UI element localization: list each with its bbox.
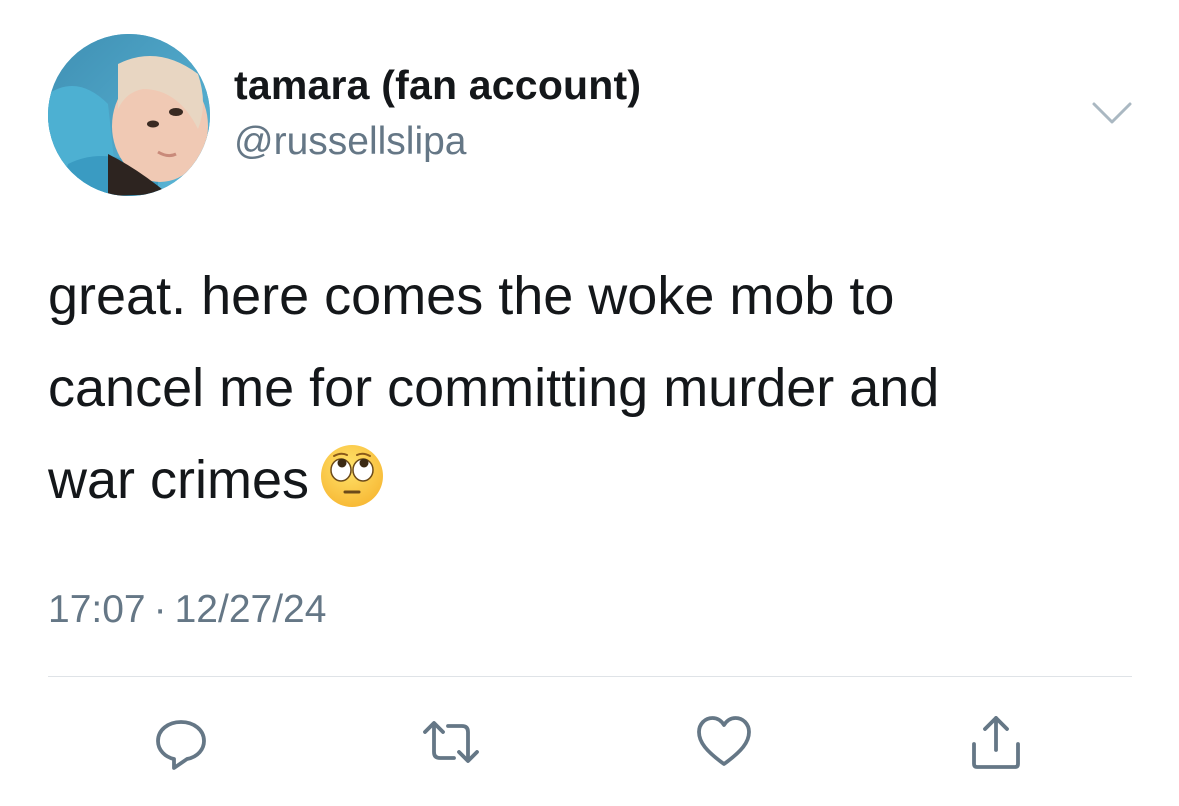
rolling-eyes-emoji-icon — [319, 443, 385, 509]
like-button[interactable] — [694, 712, 754, 772]
share-icon — [972, 716, 1020, 769]
tweet-time: 17:07 — [48, 588, 146, 631]
chevron-down-icon[interactable] — [1090, 96, 1134, 130]
retweet-icon — [423, 721, 479, 763]
like-icon — [697, 716, 751, 766]
tweet-date: 12/27/24 — [174, 588, 327, 631]
tweet-line-text: war crimes — [48, 450, 310, 510]
avatar[interactable] — [48, 34, 210, 196]
tweet-line: cancel me for committing murder and — [48, 358, 940, 418]
reply-button[interactable] — [151, 712, 211, 772]
tweet-timestamp[interactable]: 17:07 · 12/27/24 — [48, 588, 326, 632]
tweet-text: great. here comes the woke mob to cancel… — [48, 250, 1138, 526]
tweet-line: war crimes — [48, 434, 1138, 526]
reply-icon — [156, 720, 206, 770]
user-handle[interactable]: @russellslipa — [234, 120, 467, 164]
timestamp-separator: · — [153, 588, 167, 631]
divider — [48, 676, 1132, 677]
tweet-line: great. here comes the woke mob to — [48, 266, 895, 326]
avatar-photo — [48, 34, 210, 196]
share-button[interactable] — [966, 712, 1026, 772]
retweet-button[interactable] — [421, 712, 481, 772]
display-name[interactable]: tamara (fan account) — [234, 62, 641, 109]
